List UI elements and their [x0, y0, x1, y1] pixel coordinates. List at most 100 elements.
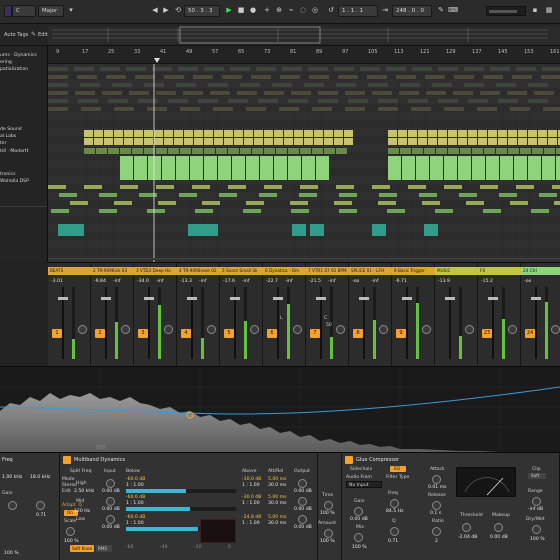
volume-value[interactable]: -21.5 — [309, 279, 321, 284]
clip[interactable] — [294, 130, 303, 137]
clip[interactable] — [508, 148, 519, 154]
clip[interactable] — [104, 130, 113, 137]
timeline-ruler[interactable]: 9 17 25 33 41 49 57 65 73 81 89 97 105 113 121 129 137 14… — [48, 46, 560, 64]
clip[interactable] — [99, 193, 117, 197]
browser-item[interactable]: tdl · Modartt — [0, 149, 28, 154]
play-icon[interactable]: ▶ — [224, 5, 234, 17]
pan-knob[interactable] — [250, 325, 259, 334]
clip[interactable] — [300, 148, 311, 154]
clip[interactable] — [244, 130, 253, 137]
clip[interactable] — [194, 138, 203, 145]
clip[interactable] — [240, 148, 251, 154]
browser-item[interactable]: al Labs — [0, 134, 16, 139]
clip[interactable] — [398, 130, 407, 137]
amount-knob[interactable] — [324, 529, 333, 538]
clip[interactable] — [460, 148, 471, 154]
clip[interactable] — [192, 185, 210, 189]
follow-icon[interactable]: ↺ — [326, 5, 336, 17]
clip[interactable] — [180, 148, 191, 154]
eq-freq-1[interactable]: 1.00 kHz — [2, 475, 22, 480]
browser-item[interactable]: ums · Dynamics — [0, 53, 37, 58]
clip[interactable] — [254, 130, 263, 137]
menu-icon[interactable] — [4, 5, 12, 17]
clip[interactable] — [418, 130, 427, 137]
volume-value[interactable]: -3.01 — [51, 279, 63, 284]
clip[interactable] — [243, 209, 261, 213]
clip[interactable] — [416, 156, 429, 180]
edit-label[interactable]: Edit — [38, 32, 48, 38]
clip[interactable] — [508, 138, 517, 145]
clip[interactable] — [486, 156, 499, 180]
clip[interactable] — [84, 148, 95, 154]
eq-scale-value[interactable]: 100 % — [4, 551, 19, 556]
clip[interactable] — [314, 138, 323, 145]
track-number[interactable]: 6 — [267, 329, 277, 338]
fader-cap[interactable] — [402, 297, 412, 300]
clip[interactable] — [179, 193, 197, 197]
clip[interactable] — [124, 138, 133, 145]
clip[interactable] — [448, 138, 457, 145]
fader-cap[interactable] — [58, 297, 68, 300]
track-number[interactable]: 5 — [224, 329, 234, 338]
above-high-ratio[interactable]: 1 : 1.00 — [242, 483, 260, 488]
fader-cap[interactable] — [273, 297, 283, 300]
eq-freq-2[interactable]: 18.0 kHz — [30, 475, 50, 480]
clip[interactable] — [484, 148, 495, 154]
clip[interactable] — [518, 138, 527, 145]
soft-clip-toggle[interactable]: Soft — [528, 473, 546, 479]
volume-value[interactable]: -17.6 — [223, 279, 235, 284]
clip[interactable] — [334, 201, 352, 205]
clip[interactable] — [510, 201, 528, 205]
clip[interactable] — [548, 130, 557, 137]
gain-knob[interactable] — [354, 507, 363, 516]
volume-value[interactable]: -9.84 — [94, 279, 106, 284]
clip[interactable] — [120, 185, 138, 189]
stop-icon[interactable]: ■ — [236, 5, 246, 17]
clip[interactable] — [339, 193, 357, 197]
clip[interactable] — [164, 138, 173, 145]
track-number[interactable]: 4 — [181, 329, 191, 338]
clip[interactable] — [458, 156, 471, 180]
range-value[interactable]: -inf dB — [528, 507, 543, 512]
ratio-value[interactable]: 2 — [435, 539, 438, 544]
clip[interactable] — [402, 156, 415, 180]
clip[interactable] — [528, 130, 537, 137]
clip[interactable] — [528, 138, 537, 145]
track-name[interactable]: 24 Ctrl — [521, 267, 560, 275]
input-mid-knob[interactable] — [106, 497, 115, 506]
clip[interactable] — [264, 185, 282, 189]
clip[interactable] — [312, 148, 323, 154]
time-value[interactable]: 100 % — [320, 511, 335, 516]
clip[interactable] — [224, 130, 233, 137]
clip[interactable] — [192, 148, 203, 154]
draw-mode-icon[interactable]: ✎ — [436, 5, 446, 17]
track-number[interactable]: 7 — [310, 329, 320, 338]
track-name[interactable]: MUSIC — [435, 267, 478, 275]
makeup-knob[interactable] — [494, 523, 503, 532]
track-number[interactable]: 24 — [525, 329, 535, 338]
pan-knob[interactable] — [551, 325, 560, 334]
clip[interactable] — [444, 185, 462, 189]
clip[interactable] — [174, 138, 183, 145]
clip[interactable] — [388, 148, 399, 154]
track-name[interactable]: 9 Basic Trigger — [392, 267, 435, 275]
clip[interactable] — [419, 193, 437, 197]
clip[interactable] — [538, 130, 547, 137]
clip[interactable] — [292, 224, 306, 236]
clip[interactable] — [398, 138, 407, 145]
clip[interactable] — [554, 201, 560, 205]
attack-knob[interactable] — [432, 475, 441, 484]
clip[interactable] — [436, 148, 447, 154]
clip[interactable] — [144, 138, 153, 145]
clip[interactable] — [488, 130, 497, 137]
clip[interactable] — [408, 130, 417, 137]
filter-q-knob[interactable] — [390, 527, 399, 536]
makeup-value[interactable]: 0.00 dB — [490, 535, 508, 540]
track-number[interactable]: 1 — [52, 329, 62, 338]
pan-knob[interactable] — [465, 325, 474, 334]
volume-value[interactable]: -34.0 — [137, 279, 149, 284]
clip[interactable] — [194, 130, 203, 137]
pan-knob[interactable] — [207, 325, 216, 334]
above-mid-ratio[interactable]: 1 : 1.00 — [242, 501, 260, 506]
split-freq-high-value[interactable]: 2.50 kHz — [74, 489, 94, 494]
